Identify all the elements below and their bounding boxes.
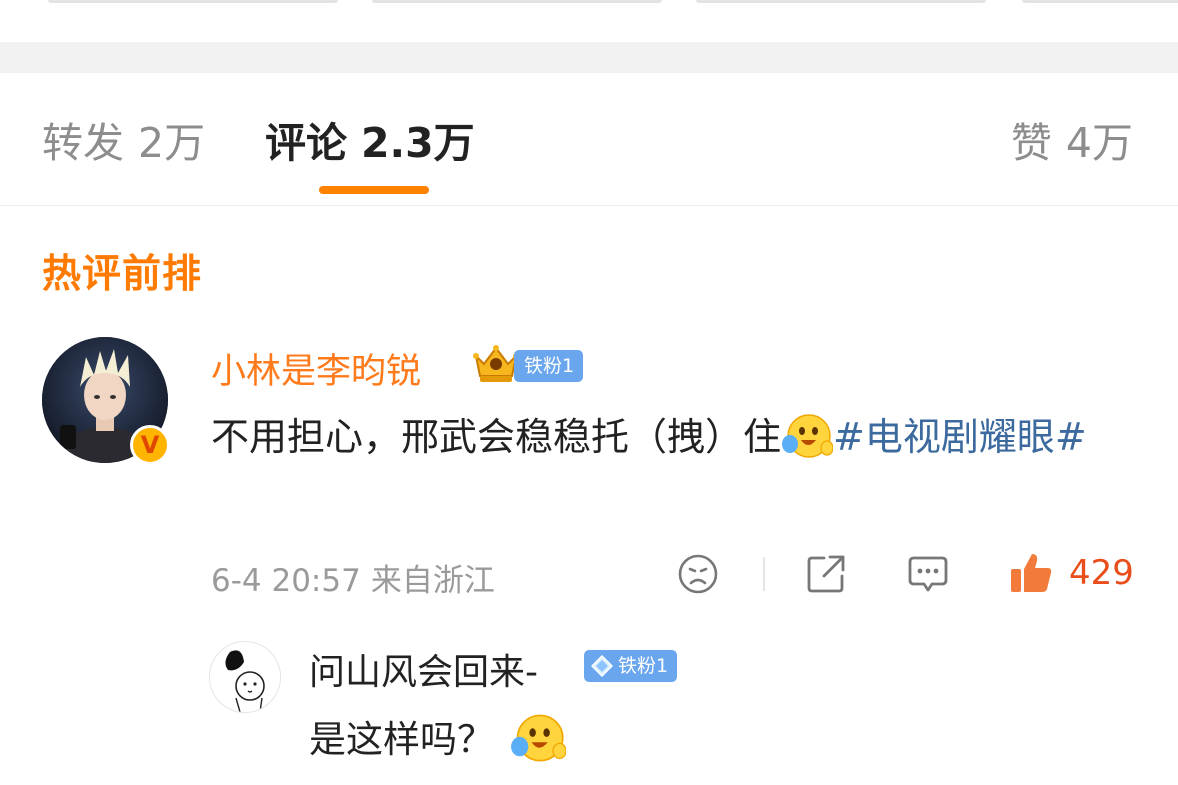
hot-comments-title: 热评前排 [42, 252, 203, 297]
thumbs-up-icon[interactable] [1008, 550, 1054, 596]
action-divider [763, 557, 765, 591]
tab-repost[interactable]: 转发 2万 [42, 115, 205, 171]
section-divider [0, 42, 1178, 73]
tab-repost-label: 转发 [42, 119, 124, 167]
reply-avatar-image [210, 642, 280, 712]
reply-fan-badge: 铁粉1 [584, 650, 678, 682]
reply-fan-badge-label: 铁粉1 [618, 655, 669, 677]
like-count: 429 [1069, 553, 1134, 593]
reply-username[interactable]: 问山风会回来- [309, 643, 538, 695]
strip-segment [48, 0, 338, 3]
strip-segment [372, 0, 662, 3]
comment-icon[interactable] [906, 552, 950, 596]
hashtag-link[interactable]: #电视剧耀眼# [833, 415, 1087, 459]
strip-segment [696, 0, 986, 3]
comment-meta: 6-4 20:57 来自浙江 [211, 555, 495, 600]
tab-like-label: 赞 [1010, 119, 1052, 167]
tab-repost-count: 2万 [138, 119, 206, 167]
strip-segment [1022, 0, 1178, 3]
tab-comment-count: 2.3万 [361, 119, 475, 167]
fan-badge: 铁粉1 [514, 350, 584, 382]
tab-comment-label: 评论 [265, 119, 347, 167]
comment-username[interactable]: 小林是李昀锐 [211, 343, 421, 394]
sad-face-icon[interactable] [676, 552, 720, 596]
tab-like-count: 4万 [1065, 119, 1133, 167]
comment-text: 不用担心，邢武会稳稳托（拽）住 [211, 415, 782, 459]
interaction-tab-bar: 转发 2万 评论 2.3万 赞 4万 [0, 73, 1178, 206]
tab-comment[interactable]: 评论 2.3万 [265, 115, 475, 171]
hug-emoji-icon [511, 714, 566, 761]
hug-emoji-icon [782, 413, 834, 458]
tab-like[interactable]: 赞 4万 [1011, 115, 1133, 171]
reply-text: 是这样吗？ [309, 718, 494, 761]
reply-avatar[interactable] [209, 641, 281, 713]
previous-content-strip [0, 0, 1178, 42]
active-tab-indicator [319, 186, 429, 194]
reply-body: 是这样吗？ [309, 711, 566, 770]
verified-badge: V [130, 425, 170, 465]
comment-body: 不用担心，邢武会稳稳托（拽）住 #电视剧耀眼# [211, 408, 1141, 466]
diamond-icon [591, 655, 613, 677]
comment-time: 6-4 20:57 [211, 563, 361, 599]
comment-location: 来自浙江 [370, 563, 495, 599]
share-icon[interactable] [804, 552, 848, 596]
